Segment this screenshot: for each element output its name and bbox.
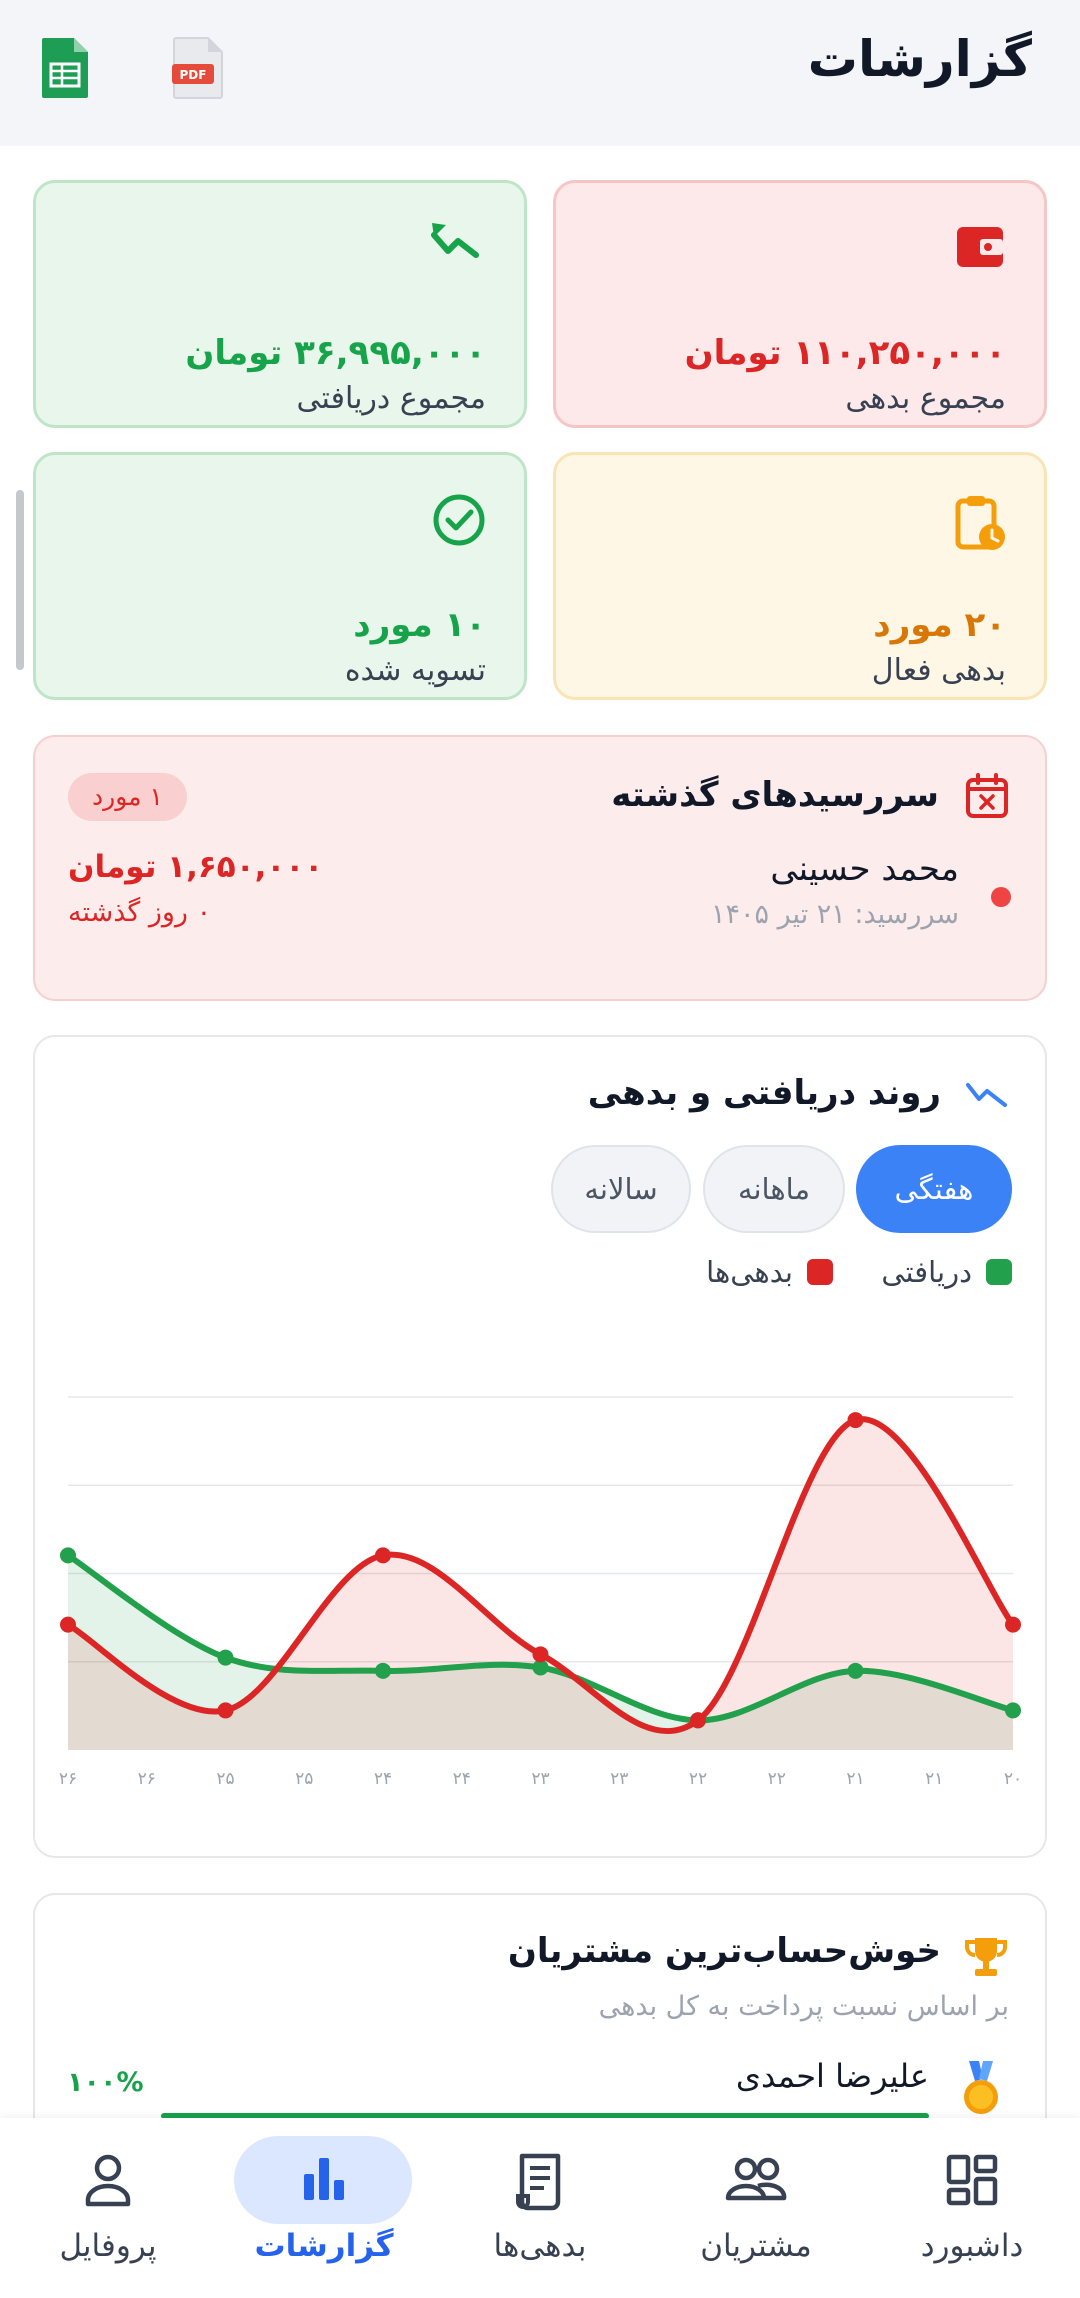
active-debts-card: ۲۰ مورد بدهی فعال [553, 452, 1047, 700]
x-tick-label: ۲۱ [846, 1769, 864, 1789]
nav-customers-label: مشتریان [700, 2228, 812, 2264]
overdue-due-date: سررسید: ۲۱ تیر ۱۴۰۵ [711, 899, 959, 930]
dashboard-icon [944, 2152, 1000, 2212]
clipboard-clock-icon [954, 493, 1006, 557]
data-point [847, 1662, 864, 1679]
best-customer-name: علیرضا احمدی [735, 2057, 929, 2095]
scrollbar[interactable] [16, 490, 24, 670]
nav-dashboard-label: داشبورد [920, 2228, 1024, 2264]
data-point [690, 1712, 706, 1729]
nav-debts-label: بدهی‌ها [493, 2228, 587, 2264]
nav-customers[interactable]: مشتریان [648, 2118, 864, 2298]
settled-card: ۱۰ مورد تسویه شده [33, 452, 527, 700]
nav-profile-label: پروفایل [59, 2228, 157, 2264]
best-customers-title: خوش‌حساب‌ترین مشتریان [507, 1931, 941, 1971]
x-tick-label: ۲۰ [1004, 1769, 1022, 1789]
total-received-label: مجموع دریافتی [296, 381, 486, 416]
data-point [532, 1646, 549, 1663]
total-received-card: ۳۶,۹۹۵,۰۰۰ تومان مجموع دریافتی [33, 180, 527, 428]
gold-medal-icon [961, 2061, 1001, 2121]
overdue-customer-name: محمد حسینی [770, 849, 959, 889]
x-tick-label: ۲۵ [295, 1769, 313, 1789]
app-header: گزارشات PDF [0, 0, 1080, 146]
spreadsheet-export-icon[interactable] [40, 36, 90, 104]
trophy-icon [963, 1935, 1009, 1983]
x-tick-label: ۲۵ [216, 1769, 234, 1789]
data-point [217, 1702, 234, 1719]
total-received-value: ۳۶,۹۹۵,۰۰۰ تومان [185, 333, 486, 373]
data-point [217, 1649, 234, 1666]
x-tick-label: ۲۴ [374, 1769, 392, 1789]
total-debt-label: مجموع بدهی [845, 381, 1006, 416]
x-tick-label: ۲۲ [768, 1769, 786, 1789]
trending-up-icon [430, 221, 486, 265]
x-tick-label: ۲۳ [531, 1769, 549, 1789]
wallet-icon [954, 221, 1006, 277]
chart-icon [298, 2152, 350, 2208]
overdue-days-ago: ۰ روز گذشته [68, 897, 212, 928]
bottom-navigation: داشبورد مشتریان بدهی‌ها [0, 2118, 1080, 2298]
check-circle-icon [432, 493, 486, 551]
users-icon [724, 2152, 788, 2212]
settled-value: ۱۰ مورد [353, 605, 486, 645]
x-tick-label: ۲۳ [610, 1769, 628, 1789]
nav-debts[interactable]: بدهی‌ها [432, 2118, 648, 2298]
active-debts-label: بدهی فعال [871, 653, 1006, 688]
status-dot [991, 887, 1011, 907]
data-point [847, 1412, 864, 1429]
settled-label: تسویه شده [344, 653, 486, 688]
total-debt-value: ۱۱۰,۲۵۰,۰۰۰ تومان [684, 333, 1006, 373]
overdue-count-badge: ۱ مورد [68, 773, 187, 821]
x-tick-label: ۲۴ [453, 1769, 471, 1789]
overdue-title: سررسیدهای گذشته [611, 775, 939, 815]
data-point [1005, 1616, 1021, 1633]
x-tick-label: ۲۶ [138, 1769, 156, 1789]
nav-dashboard[interactable]: داشبورد [864, 2118, 1080, 2298]
data-point [60, 1616, 76, 1633]
data-point [1005, 1702, 1021, 1719]
overdue-amount: ۱,۶۵۰,۰۰۰ تومان [68, 849, 324, 885]
nav-reports[interactable]: گزارشات [216, 2118, 432, 2298]
overdue-card[interactable]: سررسیدهای گذشته ۱ مورد محمد حسینی سررسید… [33, 735, 1047, 1001]
active-debts-value: ۲۰ مورد [873, 605, 1006, 645]
total-debt-card: ۱۱۰,۲۵۰,۰۰۰ تومان مجموع بدهی [553, 180, 1047, 428]
nav-profile[interactable]: پروفایل [0, 2118, 216, 2298]
x-tick-label: ۲۱ [925, 1769, 943, 1789]
pdf-export-icon[interactable]: PDF [170, 36, 226, 104]
data-point [375, 1662, 391, 1679]
x-tick-label: ۲۲ [689, 1769, 707, 1789]
nav-reports-label: گزارشات [254, 2228, 394, 2264]
receipt-icon [514, 2152, 566, 2216]
calendar-x-icon [965, 773, 1009, 823]
best-customer-percent: ۱۰۰% [67, 2067, 144, 2098]
data-point [60, 1547, 76, 1564]
svg-text:PDF: PDF [180, 68, 207, 82]
person-icon [82, 2152, 134, 2212]
x-tick-label: ۲۶ [59, 1769, 77, 1789]
trend-card: روند دریافتی و بدهی هفتگی ماهانه سالانه … [33, 1035, 1047, 1858]
best-customers-subtitle: بر اساس نسبت پرداخت به کل بدهی [598, 1991, 1009, 2022]
page-title: گزارشات [807, 30, 1032, 88]
data-point [375, 1547, 391, 1564]
trend-chart: ۲۰ ۲۱ ۲۱ ۲۲ ۲۲ ۲۳ ۲۳ ۲۴ ۲۴ ۲۵ ۲۵ ۲۶ ۲۶ [59, 1396, 1022, 1789]
